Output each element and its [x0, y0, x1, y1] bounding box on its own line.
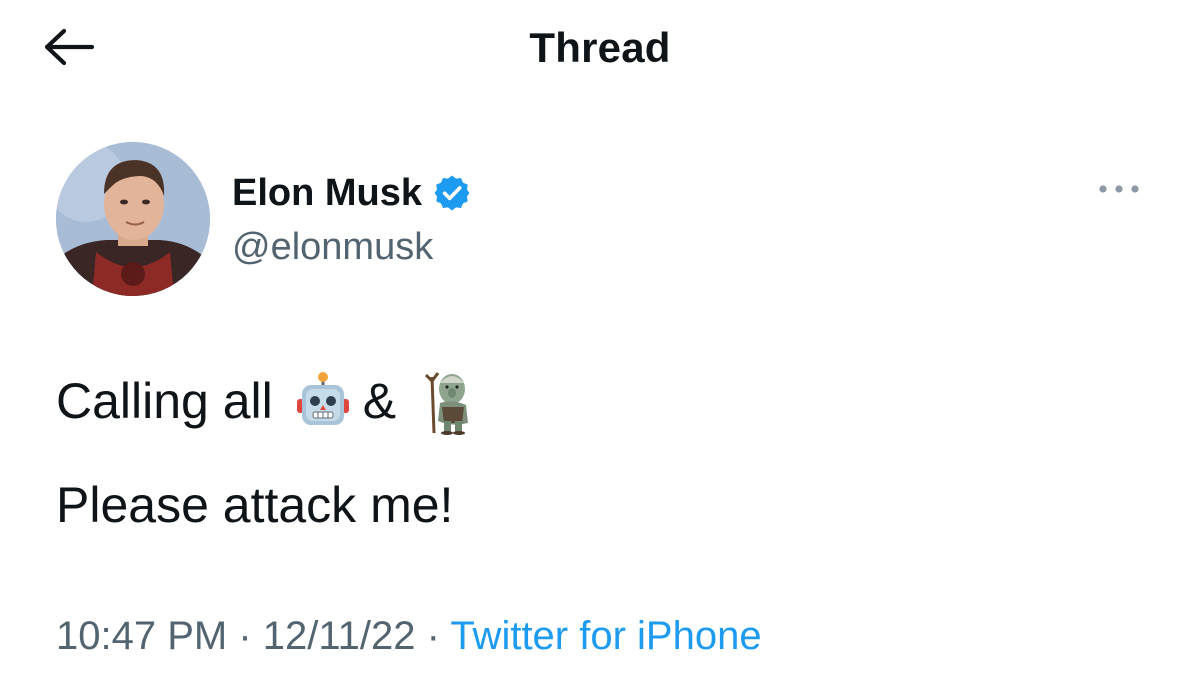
tweet-detail-page: Thread Elon Musk @elonmusk Calling all &… [0, 0, 1200, 693]
tweet-meta: 10:47 PM · 12/11/22 · Twitter for iPhone [56, 614, 762, 659]
tweet-date[interactable]: 12/11/22 [263, 614, 416, 658]
ampersand: & [362, 373, 397, 429]
author-name-row[interactable]: Elon Musk [232, 168, 472, 218]
tweet-text-line-2: Please attack me! [56, 477, 454, 533]
meta-separator: · [227, 614, 263, 658]
more-options-button[interactable] [1094, 174, 1144, 204]
author-name[interactable]: Elon Musk [232, 172, 422, 215]
tweet-text: Calling all [56, 373, 273, 429]
troll-emoji-icon [420, 371, 476, 435]
verified-badge-icon [432, 173, 472, 213]
thread-header: Thread [0, 0, 1200, 100]
robot-emoji-icon [295, 371, 351, 431]
avatar-image [56, 142, 210, 296]
page-title: Thread [529, 24, 671, 71]
avatar[interactable] [56, 142, 210, 296]
meta-separator: · [415, 614, 451, 658]
tweet-source-link[interactable]: Twitter for iPhone [450, 614, 761, 658]
more-horizontal-icon [1099, 185, 1139, 193]
tweet-time[interactable]: 10:47 PM [56, 614, 227, 658]
tweet-text-line-1: Calling all & [56, 366, 482, 436]
author-handle[interactable]: @elonmusk [232, 226, 433, 269]
